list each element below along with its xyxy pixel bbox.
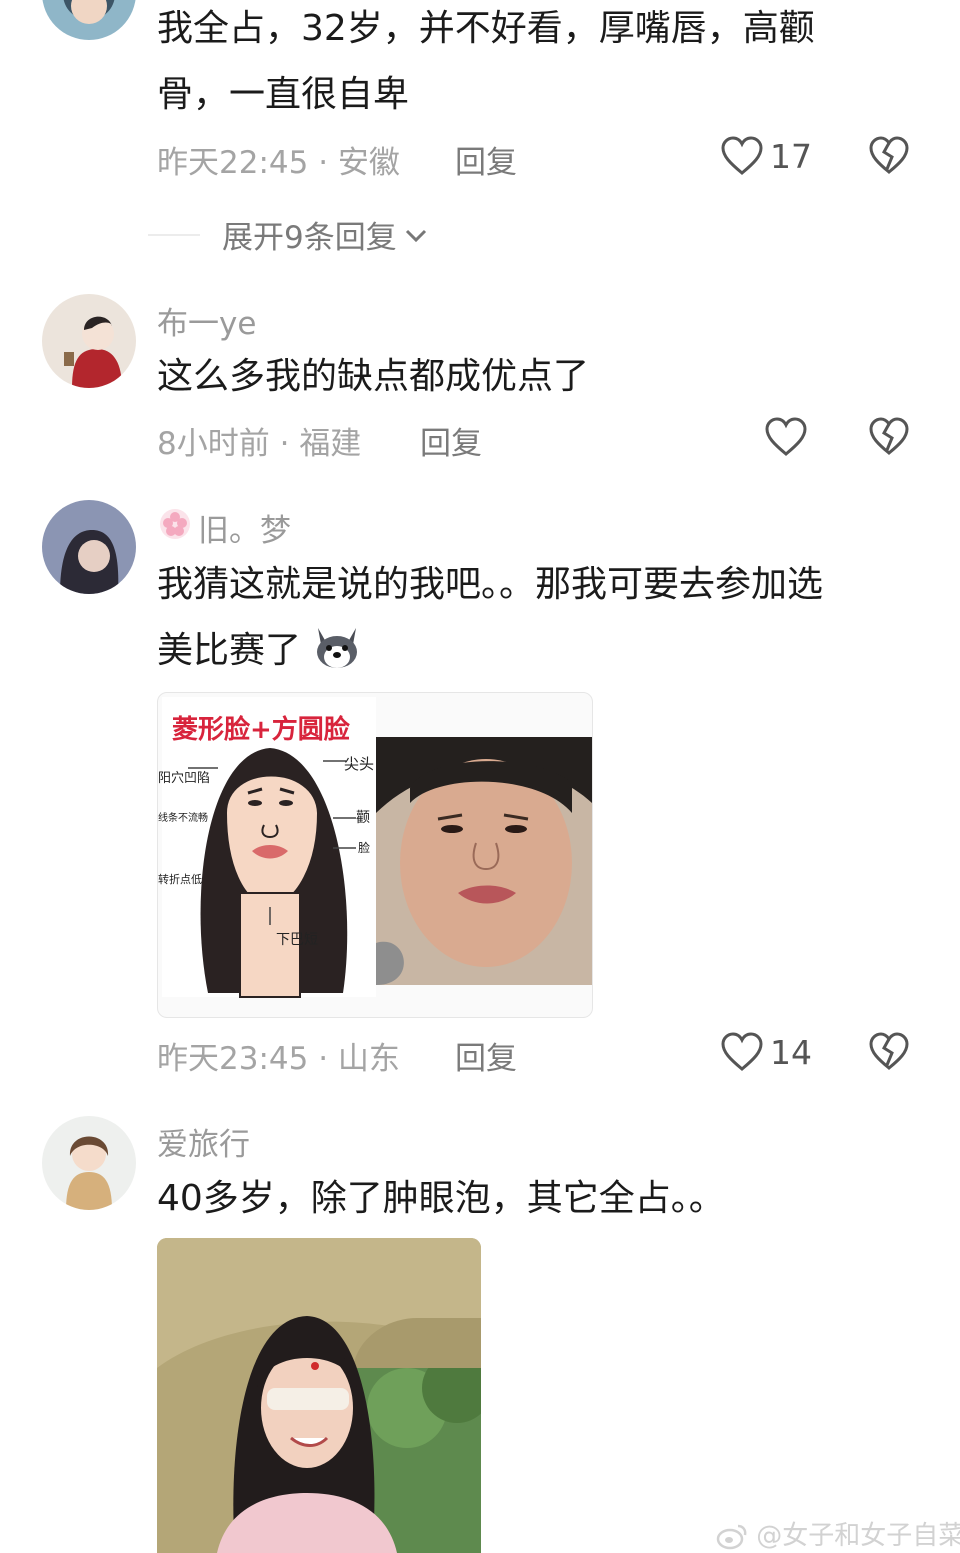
comment-image[interactable] [157,1238,481,1553]
image-label: 脸 [358,841,371,855]
username[interactable]: 布一ye [157,298,256,343]
meta-dot: · [318,145,338,181]
comment-text: 美比赛了 [157,618,362,684]
heart-icon [721,136,763,175]
avatar[interactable] [42,0,136,40]
broken-heart-icon[interactable] [868,136,910,176]
divider [148,233,200,236]
image-label: 线条不流畅 [158,813,208,824]
like-button[interactable]: 14 [720,1032,812,1072]
image-label: 下巴短 [276,932,318,948]
reply-button[interactable]: 回复 [455,137,517,182]
chevron-down-icon [405,229,426,242]
broken-heart-icon[interactable] [868,417,910,457]
comment-meta: 昨天22:45 · 安徽 [157,137,400,182]
weibo-logo-icon [716,1524,747,1550]
comment-text: 骨，一直很自卑 [157,74,410,115]
heart-icon [721,1032,763,1071]
image-label: 转折点低 [158,873,202,886]
image-label: 颧 [356,810,370,826]
comment-text-end: 美比赛了 [157,630,302,671]
avatar[interactable] [42,1116,136,1210]
comment-time: 8小时前 [157,426,270,462]
reply-button[interactable]: 回复 [420,418,482,463]
expand-label: 展开9条回复 [222,220,397,256]
image-title: 菱形脸+方圆脸 [172,715,350,745]
comment-text: 40多岁，除了肿眼泡，其它全占。。 [157,1178,725,1219]
like-count: 17 [770,136,812,176]
comment-text: 这么多我的缺点都成优点了 [157,356,590,397]
expand-replies-button[interactable]: 展开9条回复 [148,212,429,257]
comment-location: 安徽 [337,145,400,181]
weibo-watermark: @女子和女子自菜 [716,1515,960,1552]
husky-emoji-icon [317,628,358,668]
like-count: 14 [770,1032,812,1072]
comment-text: 我全占，32岁，并不好看，厚嘴唇，高颧 [157,8,815,49]
meta-dot: · [318,1041,338,1077]
username[interactable]: 旧。梦 [198,505,291,550]
avatar[interactable] [42,500,136,594]
like-button[interactable]: 17 [720,136,812,176]
comment-location: 福建 [299,426,362,462]
comment-location: 山东 [337,1041,400,1077]
broken-heart-icon[interactable] [868,1032,910,1072]
comment-image[interactable]: 菱形脸+方圆脸 阳穴凹陷 线条不流畅 转折点低 尖头 颧 脸 下巴短 [157,692,593,1018]
comment-time: 昨天23:45 [157,1041,309,1077]
reply-button[interactable]: 回复 [455,1033,517,1078]
meta-dot: · [279,426,300,462]
comment-meta: 昨天23:45 · 山东 [157,1033,400,1078]
comment-time: 昨天22:45 [157,145,309,181]
comment-text: 我猜这就是说的我吧。。那我可要去参加选 [157,564,824,605]
flower-icon [160,509,190,539]
username[interactable]: 爱旅行 [157,1119,250,1164]
avatar[interactable] [42,294,136,388]
comment-meta: 8小时前 · 福建 [157,418,361,463]
image-label: 阳穴凹陷 [158,771,211,786]
like-button[interactable] [764,417,808,457]
heart-icon [765,417,807,456]
image-label: 尖头 [344,755,375,773]
watermark-text: @女子和女子自菜 [756,1521,960,1551]
